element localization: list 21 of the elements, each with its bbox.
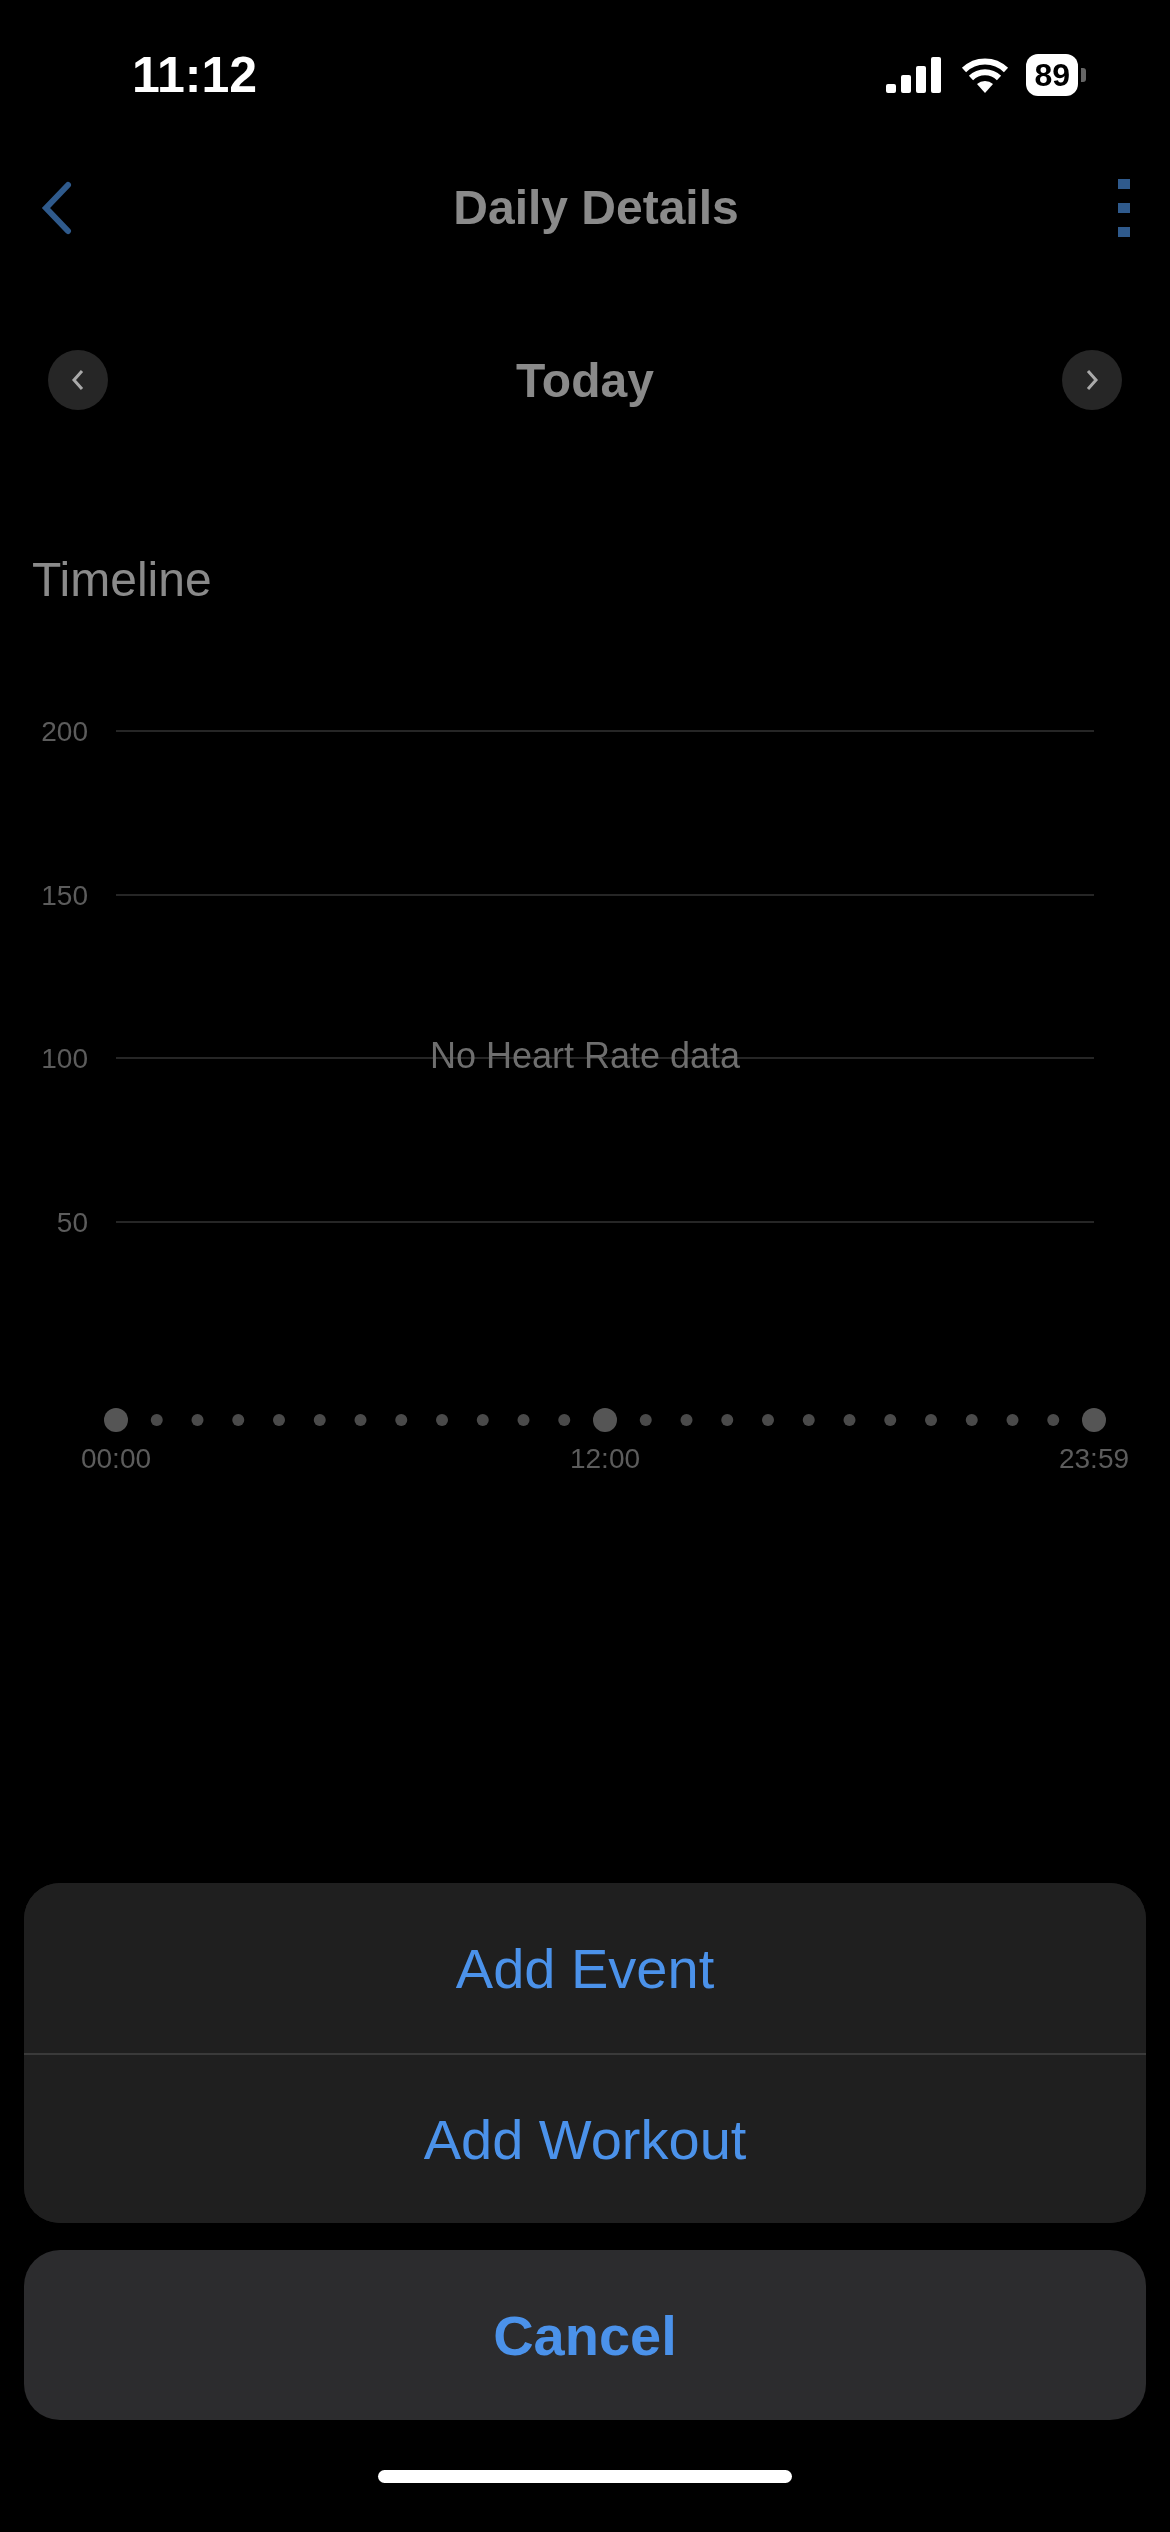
action-button[interactable]: Add Workout (24, 2053, 1146, 2223)
next-day-button[interactable] (1062, 350, 1122, 410)
chevron-left-icon (71, 368, 85, 392)
axis-label: 00:00 (80, 1443, 152, 1474)
empty-chart-message: No Heart Rate data (429, 1035, 741, 1076)
status-time: 11:12 (132, 46, 258, 104)
date-label: Today (516, 352, 654, 408)
axis-label: 100 (41, 1043, 88, 1074)
axis-label: 12:00 (569, 1443, 641, 1474)
axis-label: 200 (41, 716, 88, 747)
more-button[interactable] (1118, 178, 1130, 237)
axis-label: 150 (41, 880, 88, 911)
section-title: Timeline (31, 552, 213, 607)
back-button[interactable] (40, 180, 74, 235)
previous-day-button[interactable] (48, 350, 108, 410)
axis-label: 23:59 (1058, 1443, 1130, 1474)
axis-label: 50 (56, 1207, 88, 1238)
chevron-right-icon (1085, 368, 1099, 392)
wifi-icon (960, 57, 1011, 93)
cancel-button[interactable]: Cancel (24, 2250, 1146, 2420)
page-title: Daily Details (453, 180, 739, 235)
